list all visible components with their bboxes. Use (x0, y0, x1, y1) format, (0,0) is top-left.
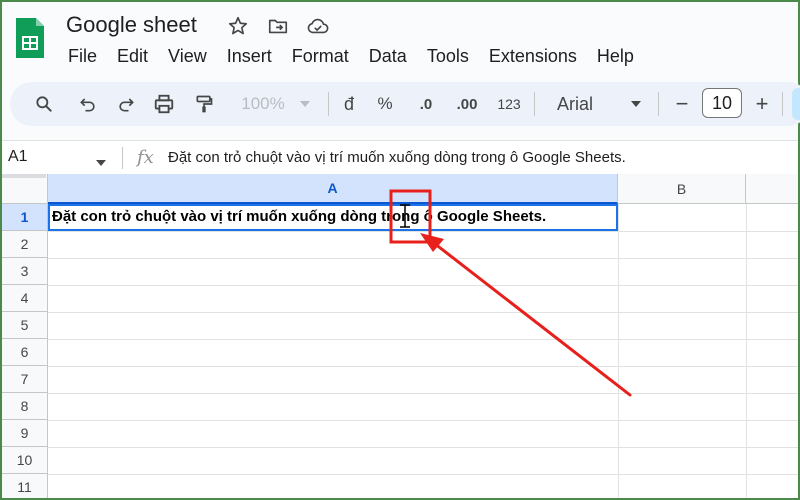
gridline (48, 420, 798, 421)
column-header-a[interactable]: A (48, 174, 618, 204)
bold-button[interactable] (792, 88, 800, 120)
formula-input[interactable]: Đặt con trỏ chuột vào vị trí muốn xuống … (168, 149, 626, 166)
gridline (48, 231, 798, 232)
menu-insert[interactable]: Insert (217, 44, 282, 69)
toolbar: 100% đ % .0 .00 123 Arial − 10 + (10, 82, 800, 126)
menu-view[interactable]: View (158, 44, 217, 69)
row-header-10[interactable]: 10 (2, 447, 48, 474)
row-header-4[interactable]: 4 (2, 285, 48, 312)
menu-tools[interactable]: Tools (417, 44, 479, 69)
gridline (48, 447, 798, 448)
header: Google sheet File Edit View Insert Forma… (2, 2, 798, 76)
gridline (48, 312, 798, 313)
font-select[interactable]: Arial (550, 82, 600, 126)
spreadsheet-grid: A B 1 2 3 4 5 6 7 8 9 10 11 Đặt con trỏ … (2, 174, 798, 498)
gridline (618, 204, 619, 498)
menu-bar: File Edit View Insert Format Data Tools … (58, 44, 644, 69)
gridline (48, 366, 798, 367)
formula-bar-divider (122, 147, 123, 169)
star-icon[interactable] (226, 14, 250, 38)
formula-bar: A1 fx Đặt con trỏ chuột vào vị trí muốn … (2, 140, 798, 174)
menu-format[interactable]: Format (282, 44, 359, 69)
cloud-saved-icon[interactable] (306, 14, 330, 38)
sheets-logo-icon[interactable] (14, 16, 46, 60)
search-menus-icon[interactable] (30, 82, 58, 126)
gridline (746, 204, 747, 498)
row-header-3[interactable]: 3 (2, 258, 48, 285)
row-header-5[interactable]: 5 (2, 312, 48, 339)
name-box-chevron-down-icon[interactable] (96, 153, 106, 171)
decrease-decimal-button[interactable]: .0 (412, 82, 440, 126)
name-box[interactable]: A1 (8, 148, 28, 166)
google-sheets-window: Google sheet File Edit View Insert Forma… (2, 2, 800, 498)
print-icon[interactable] (150, 82, 178, 126)
select-all-corner[interactable] (2, 174, 48, 204)
gridline (48, 474, 798, 475)
row-header-8[interactable]: 8 (2, 393, 48, 420)
increase-font-size-button[interactable]: + (750, 82, 774, 126)
gridline (48, 393, 798, 394)
undo-icon[interactable] (74, 82, 102, 126)
menu-edit[interactable]: Edit (107, 44, 158, 69)
font-size-input[interactable]: 10 (702, 88, 742, 118)
number-format-button[interactable]: 123 (492, 82, 526, 126)
fx-icon: fx (137, 147, 154, 168)
font-chevron-down-icon[interactable] (628, 82, 644, 126)
toolbar-divider (534, 92, 535, 116)
row-header-2[interactable]: 2 (2, 231, 48, 258)
row-header-7[interactable]: 7 (2, 366, 48, 393)
paint-format-icon[interactable] (190, 82, 218, 126)
row-header-11[interactable]: 11 (2, 474, 48, 498)
currency-format-button[interactable]: đ (338, 82, 360, 126)
zoom-select[interactable]: 100% (230, 82, 296, 126)
toolbar-divider (782, 92, 783, 116)
row-header-6[interactable]: 6 (2, 339, 48, 366)
cell-a1[interactable]: Đặt con trỏ chuột vào vị trí muốn xuống … (48, 204, 618, 231)
document-title[interactable]: Google sheet (66, 12, 197, 38)
gridline (48, 285, 798, 286)
decrease-font-size-button[interactable]: − (670, 82, 694, 126)
toolbar-divider (328, 92, 329, 116)
redo-icon[interactable] (112, 82, 140, 126)
menu-help[interactable]: Help (587, 44, 644, 69)
move-folder-icon[interactable] (266, 14, 290, 38)
zoom-chevron-down-icon[interactable] (296, 82, 314, 126)
toolbar-divider (658, 92, 659, 116)
percent-format-button[interactable]: % (374, 82, 396, 126)
row-header-1[interactable]: 1 (2, 204, 48, 231)
gridline (48, 258, 798, 259)
row-header-9[interactable]: 9 (2, 420, 48, 447)
column-header-c[interactable] (746, 174, 798, 204)
column-header-b[interactable]: B (618, 174, 746, 204)
menu-data[interactable]: Data (359, 44, 417, 69)
increase-decimal-button[interactable]: .00 (450, 82, 484, 126)
gridline (48, 339, 798, 340)
menu-file[interactable]: File (58, 44, 107, 69)
menu-extensions[interactable]: Extensions (479, 44, 587, 69)
